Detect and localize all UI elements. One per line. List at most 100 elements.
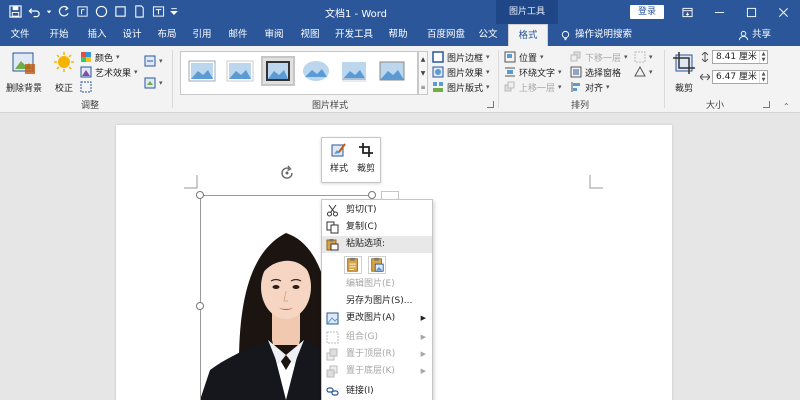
change-picture-button[interactable]: ▾ bbox=[144, 76, 163, 90]
send-backward-button[interactable]: 下移一层 ▾ bbox=[570, 50, 628, 64]
mini-style-button[interactable]: 样式 bbox=[326, 142, 352, 174]
menu-item-copy[interactable]: 复制(C) bbox=[322, 219, 432, 236]
share-button[interactable]: 共享 bbox=[738, 24, 771, 46]
height-spinner[interactable]: ▲ ▼ bbox=[759, 51, 767, 63]
send-backward-label: 下移一层 bbox=[585, 53, 622, 64]
picture-layout-button[interactable]: 图片版式 ▾ bbox=[432, 80, 490, 94]
gallery-scroll[interactable]: ▲ ▼ ≡ bbox=[418, 51, 428, 95]
picture-border-button[interactable]: 图片边框 ▾ bbox=[432, 50, 490, 64]
corrections-button[interactable]: 校正 bbox=[50, 50, 78, 94]
menu-item-change-picture[interactable]: 更改图片(A) ▶ bbox=[322, 310, 432, 327]
transparency-icon bbox=[80, 81, 92, 93]
redo-icon[interactable] bbox=[56, 4, 71, 19]
picture-style-thumbnail[interactable] bbox=[301, 58, 331, 84]
crop-icon bbox=[359, 143, 373, 157]
minimize-icon[interactable] bbox=[704, 0, 734, 24]
picture-style-thumbnail[interactable] bbox=[261, 56, 295, 86]
rotate-handle-icon[interactable] bbox=[278, 164, 296, 182]
transparency-button[interactable] bbox=[80, 80, 92, 94]
picture-style-thumbnail[interactable] bbox=[225, 58, 255, 84]
tab-home[interactable]: 开始 bbox=[44, 24, 74, 46]
tab-insert[interactable]: 插入 bbox=[82, 24, 112, 46]
tab-developer[interactable]: 开发工具 bbox=[332, 24, 376, 46]
compress-pictures-button[interactable]: ▾ bbox=[144, 54, 163, 68]
mini-crop-button[interactable]: 裁剪 bbox=[353, 142, 379, 174]
resize-handle[interactable] bbox=[368, 191, 376, 199]
align-button[interactable]: 对齐 ▾ bbox=[570, 80, 610, 94]
circle-shape-icon[interactable] bbox=[94, 4, 109, 19]
style-brush-icon bbox=[331, 143, 346, 157]
textbox-icon[interactable] bbox=[151, 4, 166, 19]
maximize-icon[interactable] bbox=[736, 0, 766, 24]
picture-style-thumbnail[interactable] bbox=[377, 58, 407, 84]
artistic-effects-button[interactable]: 艺术效果 ▾ bbox=[80, 65, 138, 79]
ribbon-display-options-icon[interactable] bbox=[672, 0, 702, 24]
menu-item-bring-to-front[interactable]: 置于顶层(R) ▶ bbox=[322, 346, 432, 363]
menu-item-label: 另存为图片(S)... bbox=[346, 296, 413, 306]
tab-references[interactable]: 引用 bbox=[188, 24, 216, 46]
group-objects-button[interactable]: ▾ bbox=[634, 50, 653, 64]
tab-file[interactable]: 文件 bbox=[6, 24, 34, 46]
paste-keep-format-icon[interactable] bbox=[344, 256, 362, 274]
artistic-effects-label: 艺术效果 bbox=[95, 68, 132, 79]
bring-forward-button[interactable]: 上移一层 ▾ bbox=[504, 80, 562, 94]
tab-help[interactable]: 帮助 bbox=[384, 24, 412, 46]
height-input[interactable]: 8.41 厘米 ▲ ▼ bbox=[712, 50, 768, 64]
size-launcher-icon[interactable] bbox=[763, 101, 770, 108]
crop-button[interactable]: 裁剪 bbox=[670, 50, 698, 94]
customize-qat-icon[interactable] bbox=[170, 4, 178, 19]
menu-item-cut[interactable]: 剪切(T) bbox=[322, 202, 432, 219]
tab-design[interactable]: 设计 bbox=[118, 24, 146, 46]
submenu-arrow-icon: ▶ bbox=[420, 367, 426, 375]
position-icon bbox=[504, 51, 516, 63]
picture-effects-button[interactable]: 图片效果 ▾ bbox=[432, 65, 490, 79]
resize-handle[interactable] bbox=[196, 191, 204, 199]
touch-mode-icon[interactable] bbox=[75, 4, 90, 19]
picture-style-thumbnail[interactable] bbox=[187, 58, 217, 84]
wrap-text-button[interactable]: 环绕文字 ▾ bbox=[504, 65, 562, 79]
menu-item-save-as-picture[interactable]: 另存为图片(S)... bbox=[322, 293, 432, 310]
tab-baidu-netdisk[interactable]: 百度网盘 bbox=[420, 24, 472, 46]
menu-item-send-to-back[interactable]: 置于底层(K) ▶ bbox=[322, 363, 432, 380]
corrections-label: 校正 bbox=[54, 84, 73, 94]
menu-item-label: 编辑图片(E) bbox=[346, 279, 395, 289]
color-button[interactable]: 颜色 ▾ bbox=[80, 50, 120, 64]
menu-item-paste-options[interactable]: 粘贴选项: bbox=[322, 236, 432, 253]
undo-icon[interactable] bbox=[27, 4, 42, 19]
tab-layout[interactable]: 布局 bbox=[152, 24, 182, 46]
menu-item-edit-picture[interactable]: 编辑图片(E) bbox=[322, 276, 432, 293]
rotate-button[interactable]: ▾ bbox=[634, 65, 653, 79]
rotate-icon bbox=[634, 66, 646, 77]
tab-official-doc[interactable]: 公文 bbox=[474, 24, 502, 46]
menu-item-link[interactable]: 链接(I) bbox=[322, 383, 432, 400]
crop-label: 裁剪 bbox=[674, 84, 693, 94]
artistic-effects-icon bbox=[80, 66, 92, 78]
gallery-down-icon[interactable]: ▼ bbox=[421, 70, 426, 77]
resize-handle[interactable] bbox=[196, 302, 204, 310]
position-button[interactable]: 位置 ▾ bbox=[504, 50, 544, 64]
width-input[interactable]: 6.47 厘米 ▲ ▼ bbox=[712, 70, 768, 84]
picture-styles-launcher-icon[interactable] bbox=[487, 101, 494, 108]
rectangle-shape-icon[interactable] bbox=[113, 4, 128, 19]
tab-format[interactable]: 格式 bbox=[508, 24, 548, 46]
close-icon[interactable] bbox=[768, 0, 798, 24]
new-document-icon[interactable] bbox=[132, 4, 147, 19]
tell-me-search[interactable]: 操作说明搜索 bbox=[560, 24, 632, 46]
login-button[interactable]: 登录 bbox=[630, 5, 664, 19]
picture-style-thumbnail[interactable] bbox=[339, 58, 369, 84]
undo-dropdown-icon[interactable] bbox=[46, 4, 52, 19]
gallery-up-icon[interactable]: ▲ bbox=[421, 56, 426, 63]
tab-mailings[interactable]: 邮件 bbox=[224, 24, 252, 46]
selection-pane-button[interactable]: 选择窗格 bbox=[570, 65, 621, 79]
collapse-ribbon-icon[interactable]: ⌃ bbox=[783, 102, 790, 111]
paste-as-picture-icon[interactable] bbox=[368, 256, 386, 274]
gallery-more-icon[interactable]: ≡ bbox=[420, 84, 425, 91]
tab-view[interactable]: 视图 bbox=[296, 24, 324, 46]
remove-background-button[interactable]: 删除背景 bbox=[4, 50, 44, 94]
menu-item-group[interactable]: 组合(G) ▶ bbox=[322, 329, 432, 346]
tab-review[interactable]: 审阅 bbox=[260, 24, 288, 46]
menu-item-label: 链接(I) bbox=[346, 386, 374, 396]
chevron-down-icon: ▾ bbox=[159, 57, 163, 65]
save-icon[interactable] bbox=[8, 4, 23, 19]
width-spinner[interactable]: ▲ ▼ bbox=[759, 71, 767, 83]
